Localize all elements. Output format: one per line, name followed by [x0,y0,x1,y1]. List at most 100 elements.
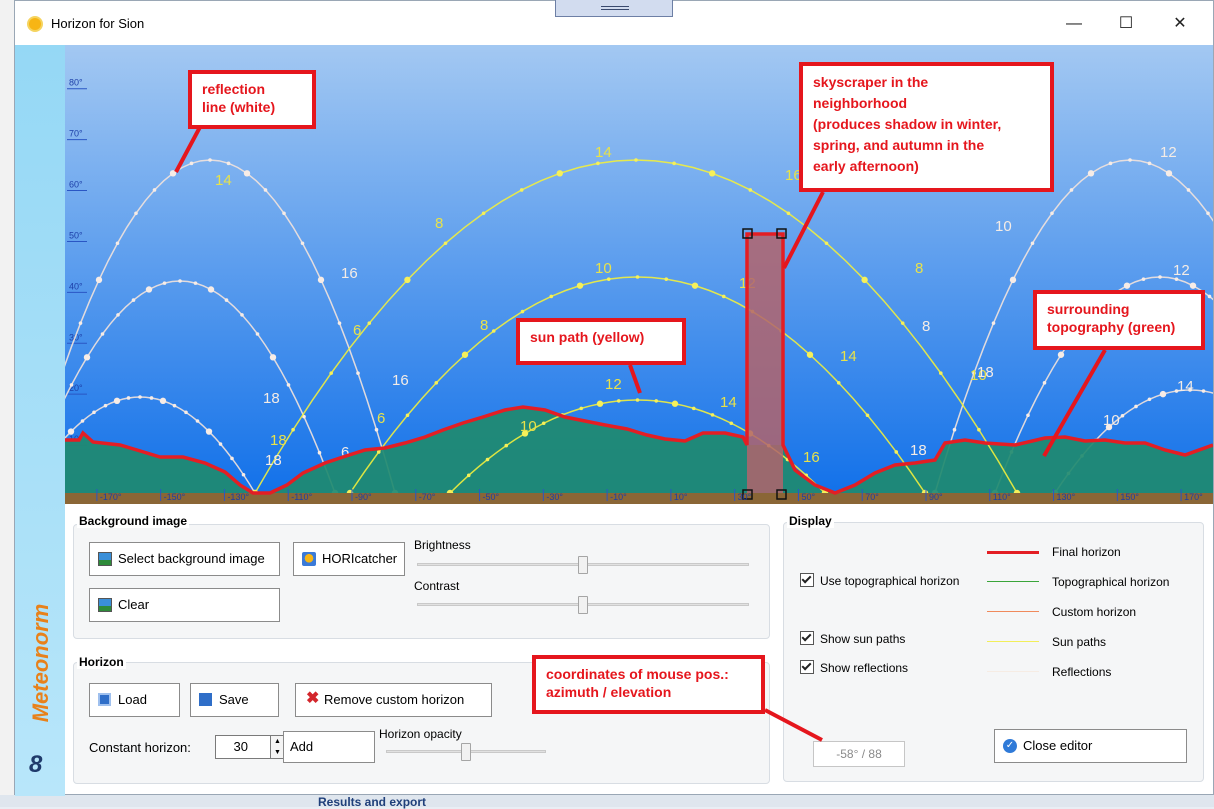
reflection-path-point [172,403,177,408]
azimuth-tick-label: -130° [227,492,249,502]
horicatcher-icon [302,552,316,566]
load-label: Load [118,692,147,707]
background-app-edge [0,0,15,807]
sun-path-point [939,371,943,375]
sun-path-point [434,381,439,385]
legend-swatch-custom [987,611,1039,612]
hour-label: 18 [270,432,287,449]
hour-label: 10 [1103,412,1120,429]
azimuth-tick-label: 10° [674,492,688,502]
remove-custom-horizon-button[interactable]: ✖ Remove custom horizon [295,683,492,717]
reflection-path-point [116,313,120,317]
minimize-button[interactable]: — [1057,11,1091,37]
reflection-path-point [317,276,325,284]
reflection-path-point [131,298,136,302]
reflection-path-point [103,403,108,408]
add-constant-horizon-button[interactable]: Add [283,731,375,763]
image-icon [98,552,112,566]
clear-background-button[interactable]: Clear [89,588,280,622]
window-title: Horizon for Sion [51,16,145,31]
reflection-path-point [269,354,277,361]
azimuth-tick-label: 130° [1057,492,1076,502]
sun-path-point [710,413,715,417]
sun-path-point [748,188,753,192]
legend-custom-horizon: Custom horizon [1052,605,1137,619]
reflection-path-point [193,281,198,285]
reflection-path-point [159,397,167,405]
reflection-path-point [95,276,103,284]
close-editor-button[interactable]: ✓ Close editor [994,729,1187,763]
sun-path-point [691,406,696,411]
constant-horizon-input[interactable]: 30 [215,735,271,759]
reflection-path-point [1042,381,1047,385]
contrast-slider[interactable] [417,596,749,614]
reflection-path-point [243,170,251,177]
horizon-opacity-slider[interactable] [386,743,546,761]
reflection-path-point [1087,170,1095,177]
hour-label: 16 [392,372,409,389]
azimuth-tick-label: -10° [610,492,627,502]
reflection-path-point [205,428,213,435]
brightness-slider-thumb[interactable] [578,556,588,574]
sun-path-point [504,443,509,448]
delete-icon: ✖ [306,690,320,707]
sun-path-point [329,371,334,375]
contrast-slider-thumb[interactable] [578,596,588,614]
reflection-path-point [169,170,177,177]
use-topographical-horizon-checkbox[interactable]: Use topographical horizon [800,573,959,588]
drag-handle[interactable] [555,0,673,17]
hour-label: 12 [1173,262,1190,279]
sun-path-point [635,275,640,279]
sun-path-point [786,211,791,216]
horicatcher-button[interactable]: HORIcatcher [293,542,405,576]
reflection-path-point [1120,413,1125,418]
azimuth-tick-label: -150° [164,492,186,502]
hour-label: 16 [341,265,358,282]
sun-path-point [596,400,604,407]
reflection-path-point [952,427,957,432]
select-background-label: Select background image [118,551,265,566]
reflection-path-point [67,428,75,435]
load-horizon-button[interactable]: Load [89,683,180,717]
reflection-path-point [1158,275,1162,279]
reflection-path-point [1128,158,1132,162]
sun-path-point [481,211,486,216]
close-window-button[interactable]: ✕ [1163,11,1197,37]
legend-swatch-reflections [987,671,1039,672]
select-background-image-button[interactable]: Select background image [89,542,280,576]
sun-path-point [709,170,716,177]
show-sun-paths-checkbox[interactable]: Show sun paths [800,631,905,646]
horizon-opacity-slider-thumb[interactable] [461,743,471,761]
sun-path-point [405,413,410,418]
show-reflections-checkbox[interactable]: Show reflections [800,660,908,675]
legend-swatch-final [987,551,1039,554]
save-horizon-button[interactable]: Save [190,683,279,717]
title-bar[interactable]: Horizon for Sion — ☐ ✕ [15,0,1213,45]
legend-swatch-topo [987,581,1039,582]
contrast-label: Contrast [414,579,460,593]
sun-path-point [861,276,868,284]
brightness-slider[interactable] [417,556,749,574]
reflection-path-point [1189,282,1197,289]
save-label: Save [219,692,249,707]
maximize-button[interactable]: ☐ [1109,11,1143,37]
sun-path-point [806,351,814,358]
reflection-path-point [1159,390,1167,398]
remove-custom-horizon-label: Remove custom horizon [324,692,465,707]
hour-label: 8 [922,318,930,335]
hour-label: 6 [353,322,361,339]
skyscraper-custom-horizon[interactable] [747,234,783,493]
background-app-footer [0,795,1214,807]
hour-label: 10 [595,260,612,277]
hour-label: 8 [915,260,923,277]
sun-path-point [836,381,841,385]
reflection-path-point [286,383,291,387]
sun-path-point [894,450,899,454]
sun-path-point [865,413,870,418]
reflection-path-point [126,396,131,400]
hour-label: 18 [263,390,280,407]
sun-path-point [485,457,490,462]
use-topo-label: Use topographical horizon [820,574,960,588]
sun-path-point [491,329,496,333]
reflection-path-point [226,161,231,166]
